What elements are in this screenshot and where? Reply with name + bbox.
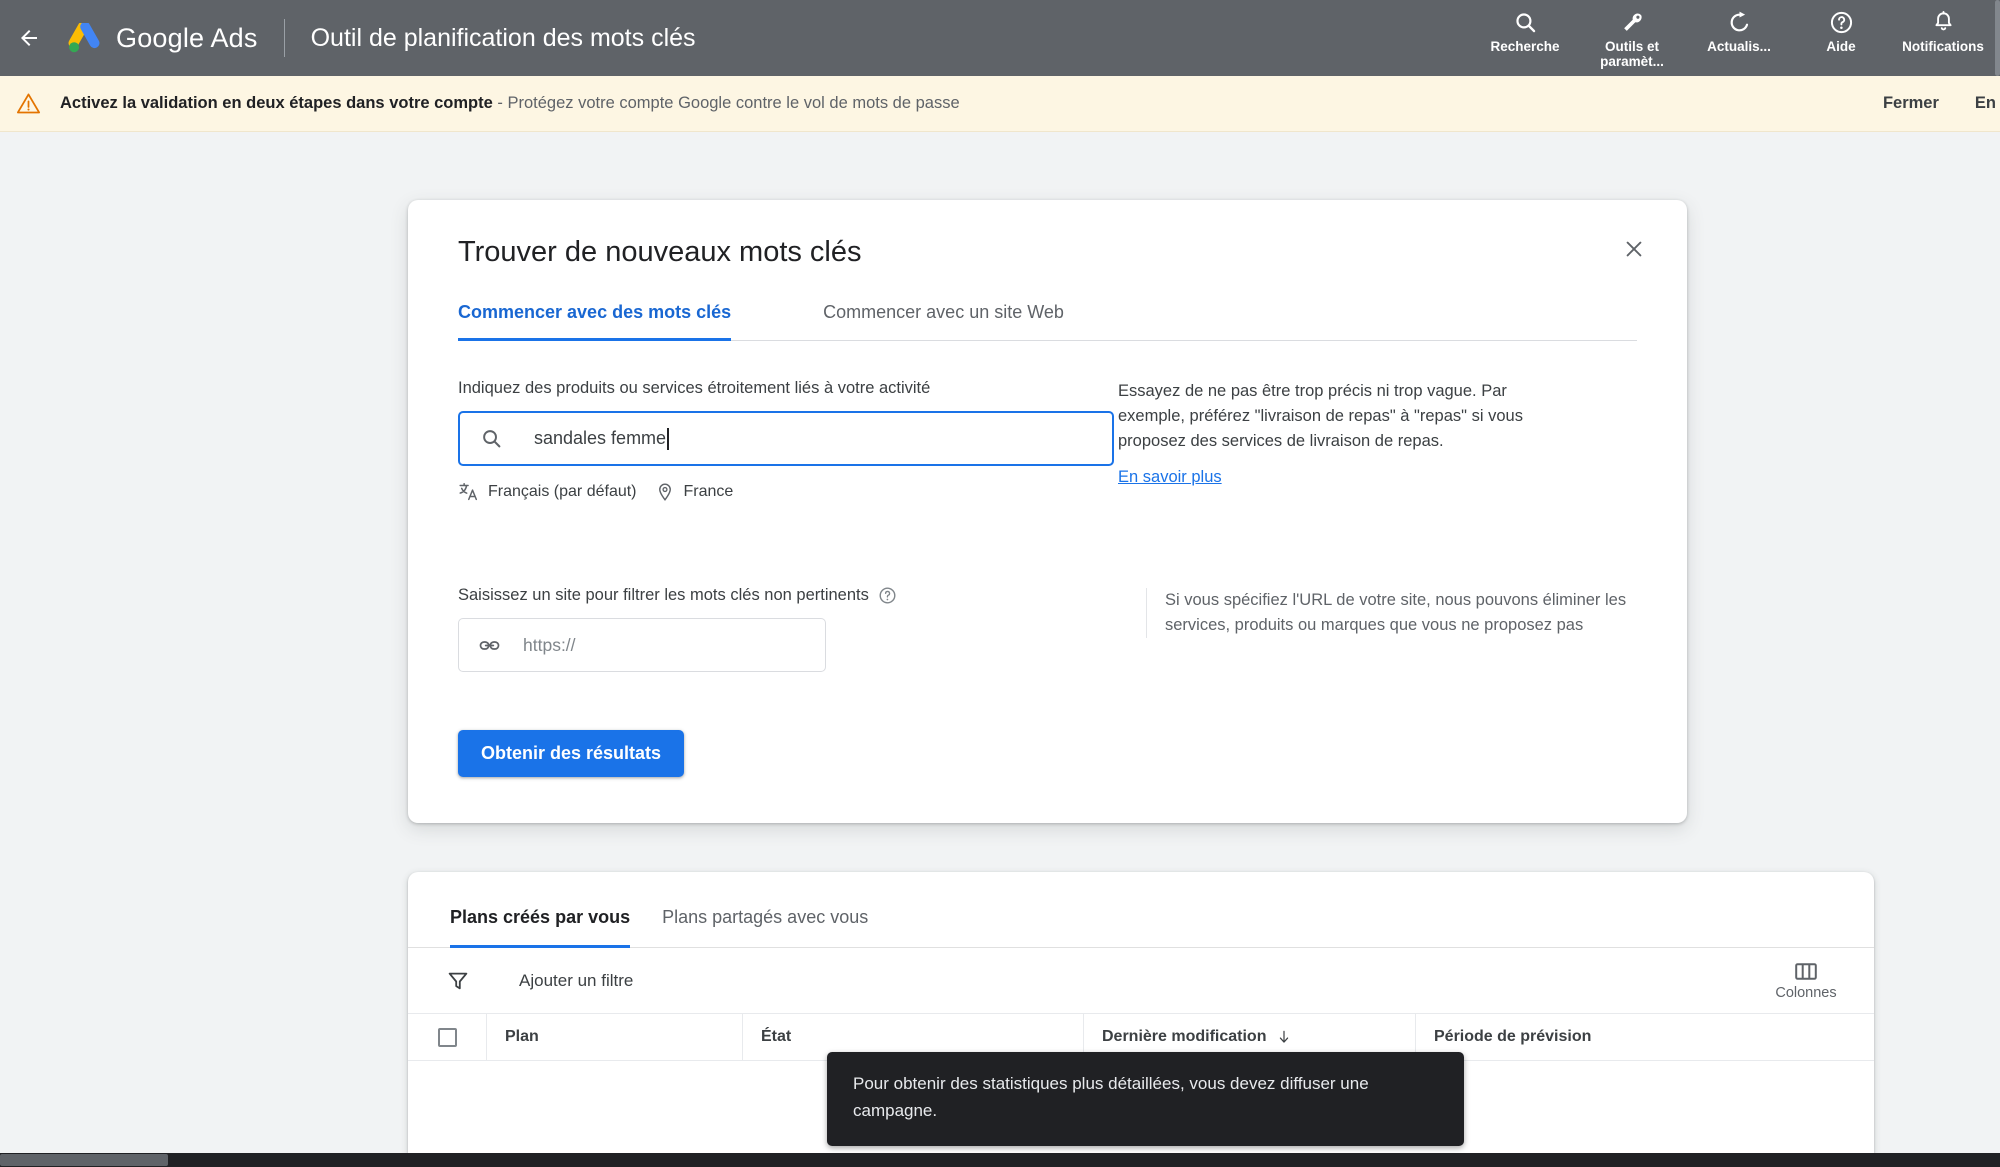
topbar-action-search[interactable]: Recherche bbox=[1474, 8, 1576, 54]
site-note-column: Si vous spécifiez l'URL de votre site, n… bbox=[1118, 502, 1637, 672]
keyword-column: Indiquez des produits ou services étroit… bbox=[458, 341, 1118, 502]
horizontal-scrollbar[interactable] bbox=[0, 1153, 2000, 1167]
plans-filter-bar: Ajouter un filtre Colonnes bbox=[408, 948, 1874, 1014]
topbar-action-label: Aide bbox=[1826, 39, 1856, 54]
topbar-action-label: Notifications bbox=[1902, 39, 1984, 54]
link-icon bbox=[478, 634, 501, 657]
site-field-label: Saisissez un site pour filtrer les mots … bbox=[458, 586, 869, 604]
language-selector[interactable]: Français (par défaut) bbox=[458, 481, 637, 502]
select-all-checkbox[interactable] bbox=[437, 1027, 457, 1047]
notification-headline: Activez la validation en deux étapes dan… bbox=[60, 94, 493, 112]
notification-banner: Activez la validation en deux étapes dan… bbox=[0, 76, 2000, 132]
search-icon bbox=[480, 427, 503, 450]
statistics-tooltip: Pour obtenir des statistiques plus détai… bbox=[827, 1052, 1464, 1146]
descending-arrow-icon bbox=[1276, 1029, 1292, 1045]
site-url-input[interactable]: https:// bbox=[458, 618, 826, 672]
keyword-field-label: Indiquez des produits ou services étroit… bbox=[458, 379, 931, 397]
keyword-row: Indiquez des produits ou services étroit… bbox=[408, 341, 1687, 502]
tab-plans-shared-with-you[interactable]: Plans partagés avec vous bbox=[662, 907, 868, 947]
column-header-label: Plan bbox=[505, 1028, 539, 1045]
columns-button[interactable]: Colonnes bbox=[1764, 961, 1848, 1001]
column-header-plan[interactable]: Plan bbox=[486, 1013, 742, 1061]
topbar-actions: Recherche Outils et paramèt... Actualis.… bbox=[1474, 0, 2000, 76]
notification-text: Activez la validation en deux étapes dan… bbox=[60, 94, 960, 113]
search-icon bbox=[1513, 8, 1538, 36]
wrench-icon bbox=[1620, 8, 1645, 36]
topbar-action-refresh[interactable]: Actualis... bbox=[1688, 8, 1790, 54]
site-filter-column: Saisissez un site pour filtrer les mots … bbox=[458, 502, 1118, 672]
dialog-footer: Obtenir des résultats bbox=[408, 672, 1687, 823]
learn-more-link[interactable]: En savoir plus bbox=[1118, 468, 1222, 487]
translate-icon bbox=[458, 481, 479, 502]
topbar-action-label: Outils et paramèt... bbox=[1600, 39, 1664, 69]
app-topbar: Google Ads Outil de planification des mo… bbox=[0, 0, 2000, 76]
notification-separator: - bbox=[492, 94, 508, 112]
bell-icon bbox=[1931, 8, 1956, 36]
column-header-label: État bbox=[761, 1028, 792, 1045]
page-title: Outil de planification des mots clés bbox=[310, 23, 696, 52]
column-header-periode-de-prevision[interactable]: Période de prévision bbox=[1415, 1013, 1795, 1061]
columns-icon bbox=[1794, 961, 1818, 982]
keyword-hint-column: Essayez de ne pas être trop précis ni tr… bbox=[1118, 341, 1637, 502]
help-circle-icon[interactable] bbox=[878, 586, 897, 605]
keyword-search-value: sandales femme bbox=[534, 428, 667, 448]
back-arrow-icon[interactable] bbox=[12, 21, 46, 55]
filter-funnel-icon[interactable] bbox=[446, 969, 470, 993]
topbar-action-label: Actualis... bbox=[1707, 39, 1771, 54]
location-selector[interactable]: France bbox=[655, 482, 734, 502]
column-header-label: Période de prévision bbox=[1434, 1028, 1592, 1045]
keyword-hint-text: Essayez de ne pas être trop précis ni tr… bbox=[1118, 382, 1523, 450]
location-label: France bbox=[683, 482, 734, 500]
google-ads-logo[interactable] bbox=[66, 21, 102, 55]
close-icon[interactable] bbox=[1617, 232, 1651, 266]
page-content: Trouver de nouveaux mots clés Commencer … bbox=[0, 132, 2000, 1167]
select-all-checkbox-cell bbox=[408, 1014, 486, 1061]
topbar-action-tools-settings[interactable]: Outils et paramèt... bbox=[1576, 8, 1688, 69]
get-results-button[interactable]: Obtenir des résultats bbox=[458, 730, 685, 777]
site-filter-row: Saisissez un site pour filtrer les mots … bbox=[408, 502, 1687, 672]
keyword-search-input[interactable]: sandales femme bbox=[458, 411, 1114, 466]
site-url-placeholder: https:// bbox=[523, 634, 576, 655]
tab-start-with-website[interactable]: Commencer avec un site Web bbox=[823, 294, 1064, 340]
plans-tabs: Plans créés par vous Plans partagés avec… bbox=[408, 872, 1874, 948]
refresh-icon bbox=[1727, 8, 1752, 36]
columns-button-label: Colonnes bbox=[1775, 984, 1837, 1001]
find-keywords-dialog: Trouver de nouveaux mots clés Commencer … bbox=[408, 200, 1687, 823]
notification-detail: Protégez votre compte Google contre le v… bbox=[507, 94, 960, 112]
column-header-label: Dernière modification bbox=[1102, 1028, 1267, 1045]
brand-name[interactable]: Google Ads bbox=[116, 23, 258, 54]
site-note-text: Si vous spécifiez l'URL de votre site, n… bbox=[1146, 588, 1637, 638]
warning-triangle-icon bbox=[14, 90, 42, 118]
language-label: Français (par défaut) bbox=[488, 482, 637, 500]
add-filter-button[interactable]: Ajouter un filtre bbox=[519, 971, 633, 991]
help-circle-icon bbox=[1829, 8, 1854, 36]
notification-dismiss-button[interactable]: Fermer bbox=[1883, 94, 1939, 113]
vertical-scrollbar[interactable] bbox=[1995, 0, 2000, 76]
text-caret bbox=[667, 427, 669, 450]
dialog-tabs: Commencer avec des mots clés Commencer a… bbox=[458, 294, 1637, 341]
site-field-label-wrap: Saisissez un site pour filtrer les mots … bbox=[458, 586, 1118, 605]
topbar-action-notifications[interactable]: Notifications bbox=[1892, 8, 1994, 54]
topbar-action-help[interactable]: Aide bbox=[1790, 8, 1892, 54]
tab-plans-created-by-you[interactable]: Plans créés par vous bbox=[450, 907, 631, 948]
keyword-meta-row: Français (par défaut) France bbox=[458, 481, 1118, 502]
topbar-action-label: Recherche bbox=[1490, 39, 1560, 54]
dialog-title: Trouver de nouveaux mots clés bbox=[458, 236, 862, 268]
location-pin-icon bbox=[655, 482, 675, 502]
topbar-divider bbox=[283, 19, 285, 57]
notification-secondary-button[interactable]: En bbox=[1975, 94, 2000, 113]
tab-start-with-keywords[interactable]: Commencer avec des mots clés bbox=[458, 294, 732, 341]
horizontal-scrollbar-thumb[interactable] bbox=[0, 1154, 168, 1166]
